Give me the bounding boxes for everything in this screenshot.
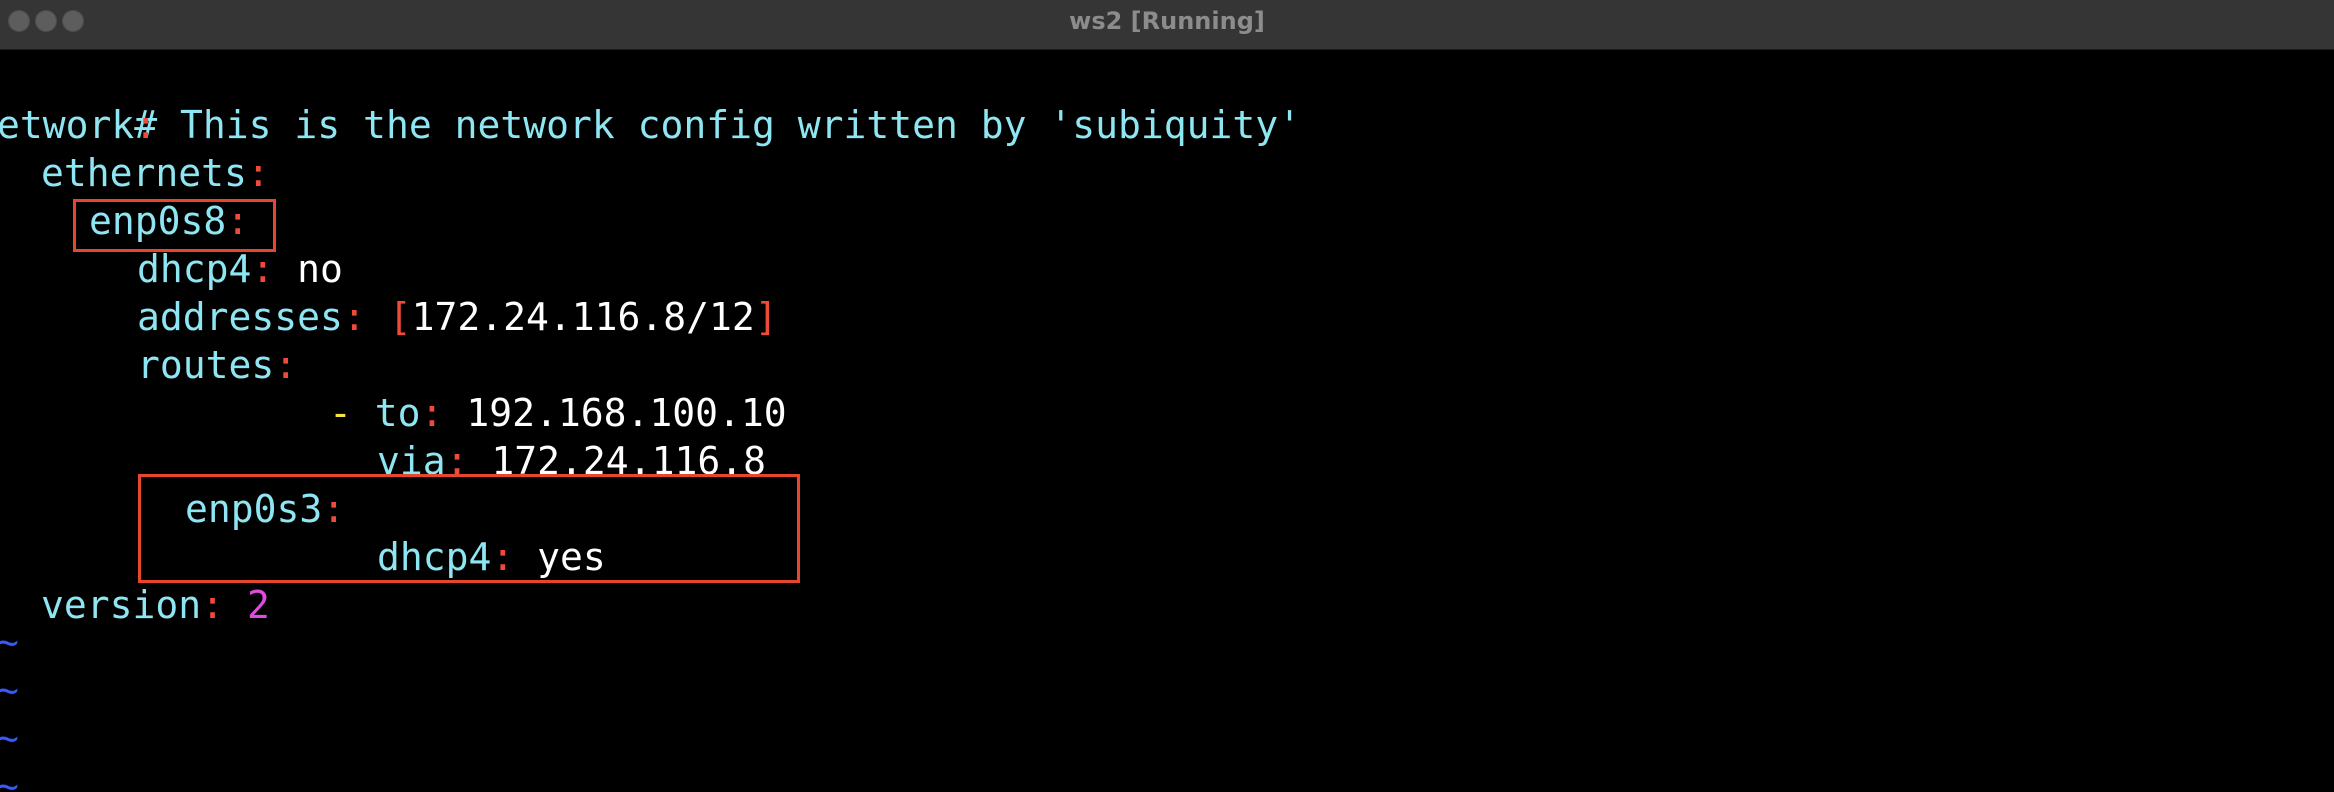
title-bar: ws2 [Running] xyxy=(0,0,2334,50)
version-line: version: 2 xyxy=(41,581,270,629)
highlight-box-enp0s3 xyxy=(138,474,800,583)
route-dash: - xyxy=(329,391,352,435)
to-key: to xyxy=(374,391,421,435)
to-colon: : xyxy=(420,391,444,435)
addresses-colon: : xyxy=(342,295,366,339)
ethernets-line: ethernets: xyxy=(41,149,270,197)
highlight-box-enp0s8 xyxy=(73,199,276,252)
network-colon: : xyxy=(134,103,158,147)
window-title: ws2 [Running] xyxy=(1069,7,1265,35)
vm-window: ws2 [Running] # This is the network conf… xyxy=(0,0,2334,792)
empty-line-tilde: ~ xyxy=(0,716,19,760)
empty-line-tilde: ~ xyxy=(0,764,19,792)
comment-text: # This is the network config written by … xyxy=(134,103,1302,147)
terminal-editor[interactable]: # This is the network config written by … xyxy=(0,50,2334,792)
version-key: version xyxy=(41,583,202,627)
dhcp4-key: dhcp4 xyxy=(137,247,252,291)
dhcp4-value: no xyxy=(297,247,343,291)
empty-line-tilde: ~ xyxy=(0,668,19,712)
config-comment-line: # This is the network config written by … xyxy=(0,53,1301,147)
version-colon: : xyxy=(201,583,225,627)
addresses-bracket-open: [ xyxy=(388,295,412,339)
addresses-line: addresses: [172.24.116.8/12] xyxy=(137,293,778,341)
route-to-line: - to: 192.168.100.10 xyxy=(329,389,787,437)
version-value: 2 xyxy=(246,583,270,627)
ethernets-colon: : xyxy=(246,151,270,195)
routes-line: routes: xyxy=(137,341,297,389)
routes-key: routes xyxy=(137,343,275,387)
addresses-key: addresses xyxy=(137,295,343,339)
empty-line-tilde: ~ xyxy=(0,620,19,664)
routes-colon: : xyxy=(274,343,298,387)
dhcp4-no-line: dhcp4: no xyxy=(137,245,343,293)
address-value: 172.24.116.8/12 xyxy=(411,295,755,339)
addresses-bracket-close: ] xyxy=(754,295,778,339)
to-value: 192.168.100.10 xyxy=(466,391,787,435)
ethernets-key: ethernets xyxy=(41,151,247,195)
dhcp4-colon: : xyxy=(251,247,275,291)
network-key: etwork xyxy=(0,103,135,147)
network-line: etwork: xyxy=(0,101,157,149)
